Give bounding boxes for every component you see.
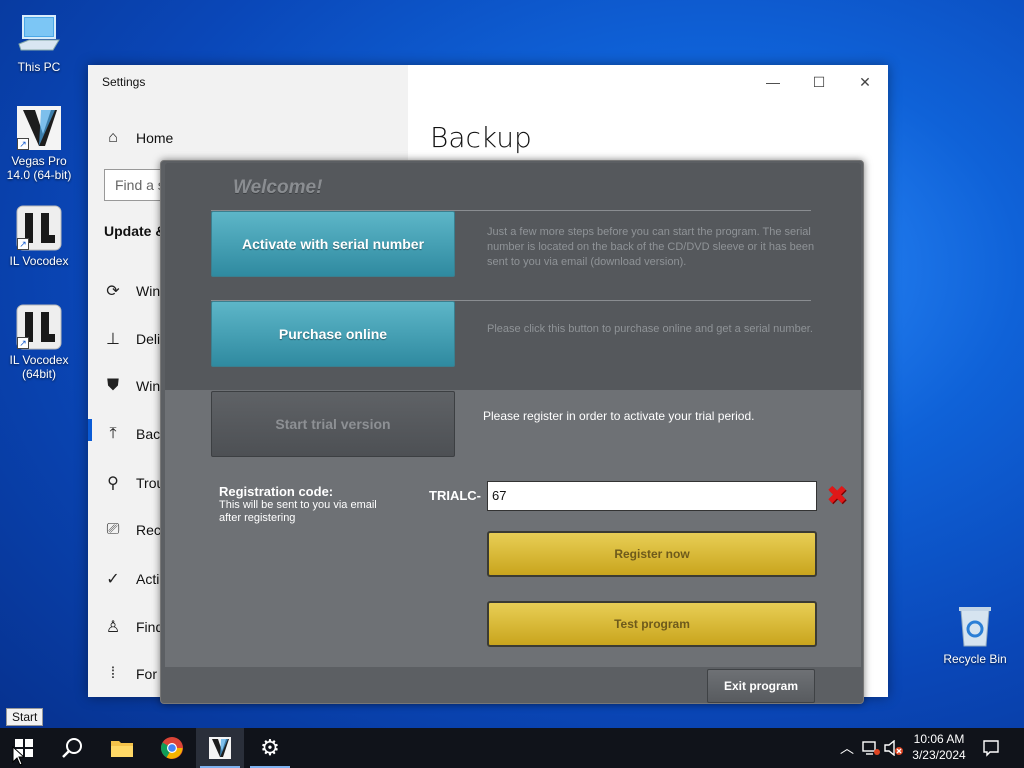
upload-icon: ⤒ bbox=[109, 425, 117, 442]
taskbar: ⚙ ︿ 10:06 AM 3/23/2024 bbox=[0, 728, 1024, 768]
taskbar-vegas-pro[interactable] bbox=[196, 728, 244, 768]
maximize-button[interactable]: ☐ bbox=[796, 71, 842, 93]
activate-description: Just a few more steps before you can sta… bbox=[487, 226, 815, 268]
registration-label: Registration code: This will be sent to … bbox=[219, 484, 399, 525]
code-prefix: TRIALC- bbox=[429, 488, 481, 503]
computer-icon bbox=[15, 10, 63, 58]
section-title: Update & bbox=[104, 223, 166, 239]
desktop-icon-this-pc[interactable]: This PC bbox=[1, 10, 77, 74]
refresh-icon: ⟳ bbox=[106, 283, 120, 300]
register-now-button[interactable]: Register now bbox=[487, 531, 817, 577]
sidebar-item-windows-update[interactable]: ⟳ Win bbox=[104, 281, 160, 301]
clear-icon[interactable]: ✖ bbox=[825, 481, 849, 509]
test-program-button[interactable]: Test program bbox=[487, 601, 817, 647]
registration-title: Registration code: bbox=[219, 484, 334, 499]
trial-note: Please register in order to activate you… bbox=[483, 409, 755, 423]
search-button[interactable] bbox=[48, 728, 96, 768]
network-icon bbox=[862, 741, 880, 755]
person-icon: ♙ bbox=[105, 619, 121, 636]
sidebar-item-label: Win bbox=[136, 378, 161, 394]
clock-time: 10:06 AM bbox=[913, 732, 965, 746]
notification-icon bbox=[983, 740, 999, 757]
shield-icon: ⛊ bbox=[106, 377, 119, 394]
folder-icon bbox=[111, 741, 133, 757]
start-tooltip: Start bbox=[6, 708, 44, 726]
chrome-icon bbox=[161, 737, 183, 759]
desktop-icon-label: This PC bbox=[17, 60, 61, 74]
recovery-icon: ⎚ bbox=[106, 521, 120, 538]
network-status[interactable] bbox=[862, 728, 880, 768]
delivery-icon: ⊥ bbox=[106, 331, 120, 348]
exit-program-button[interactable]: Exit program bbox=[707, 669, 815, 703]
home-icon: ⌂ bbox=[108, 129, 118, 146]
sidebar-item-label: Home bbox=[136, 130, 174, 146]
vegas-pro-icon bbox=[209, 737, 231, 759]
wrench-icon: ⚲ bbox=[107, 475, 119, 492]
desktop-icon-vegas-pro[interactable]: ↗ Vegas Pro 14.0 (64-bit) bbox=[1, 104, 77, 182]
tray-overflow-button[interactable]: ︿ bbox=[840, 728, 854, 768]
notifications-button[interactable] bbox=[982, 728, 1000, 768]
desktop-icon-recycle-bin[interactable]: Recycle Bin bbox=[937, 602, 1013, 666]
window-title: Settings bbox=[102, 75, 146, 89]
system-clock[interactable]: 10:06 AM 3/23/2024 bbox=[900, 731, 978, 763]
check-circle-icon: ✓ bbox=[106, 571, 120, 588]
taskbar-chrome[interactable] bbox=[148, 728, 196, 768]
activation-dialog: Welcome! Activate with serial number Jus… bbox=[160, 160, 864, 704]
desktop-icon-label: Vegas Pro 14.0 (64-bit) bbox=[6, 154, 72, 182]
mouse-cursor-icon bbox=[12, 746, 24, 766]
gear-icon: ⚙ bbox=[260, 735, 280, 760]
sidebar-item-label: For bbox=[136, 666, 157, 682]
sidebar-item-recovery[interactable]: ⎚ Reco bbox=[104, 521, 169, 539]
search-icon bbox=[62, 738, 82, 758]
desktop-icon-label: Recycle Bin bbox=[943, 652, 1007, 666]
sidebar-item-home[interactable]: ⌂ Home bbox=[104, 129, 173, 147]
taskbar-file-explorer[interactable] bbox=[98, 728, 146, 768]
il-vocodex-icon: ↗ bbox=[15, 204, 63, 252]
active-indicator bbox=[88, 419, 92, 441]
sidebar-item-label: Win bbox=[136, 283, 161, 299]
activate-serial-button[interactable]: Activate with serial number bbox=[211, 211, 455, 277]
sidebar-item-backup[interactable]: ⤒ Back bbox=[104, 425, 167, 443]
purchase-online-button[interactable]: Purchase online bbox=[211, 301, 455, 367]
chevron-up-icon: ︿ bbox=[840, 740, 854, 756]
desktop-icon-il-vocodex-64[interactable]: ↗ IL Vocodex (64bit) bbox=[1, 303, 77, 381]
purchase-description: Please click this button to purchase onl… bbox=[487, 323, 813, 335]
start-button[interactable] bbox=[0, 728, 48, 768]
registration-subtitle: This will be sent to you via email after… bbox=[219, 499, 377, 524]
registration-code-input[interactable]: 67 bbox=[487, 481, 817, 511]
sidebar-item-delivery[interactable]: ⊥ Deli bbox=[104, 329, 160, 349]
sidebar-item-find-my-device[interactable]: ♙ Find bbox=[104, 617, 163, 637]
vegas-pro-icon: ↗ bbox=[15, 104, 63, 152]
desktop-icon-label: IL Vocodex bbox=[9, 254, 69, 268]
minimize-button[interactable]: — bbox=[750, 71, 796, 93]
desktop-icon-il-vocodex[interactable]: ↗ IL Vocodex bbox=[1, 204, 77, 268]
sidebar-item-windows-security[interactable]: ⛊ Win bbox=[104, 377, 160, 395]
sidebar-item-troubleshoot[interactable]: ⚲ Trou bbox=[104, 473, 164, 493]
sidebar-item-for-developers[interactable]: ⁞ For bbox=[104, 665, 157, 683]
welcome-heading: Welcome! bbox=[233, 177, 323, 198]
sidebar-item-activation[interactable]: ✓ Acti bbox=[104, 569, 159, 589]
recycle-bin-icon bbox=[951, 602, 999, 650]
close-button[interactable]: ✕ bbox=[842, 71, 888, 93]
taskbar-settings[interactable]: ⚙ bbox=[246, 728, 294, 768]
desktop-icon-label: IL Vocodex (64bit) bbox=[9, 353, 69, 381]
clock-date: 3/23/2024 bbox=[912, 748, 966, 762]
sidebar-item-label: Deli bbox=[136, 331, 161, 347]
sidebar-item-label: Acti bbox=[136, 571, 160, 587]
start-trial-button[interactable]: Start trial version bbox=[211, 391, 455, 457]
page-title: Backup bbox=[430, 121, 532, 154]
il-vocodex-icon: ↗ bbox=[15, 303, 63, 351]
developer-icon: ⁞ bbox=[110, 665, 116, 682]
